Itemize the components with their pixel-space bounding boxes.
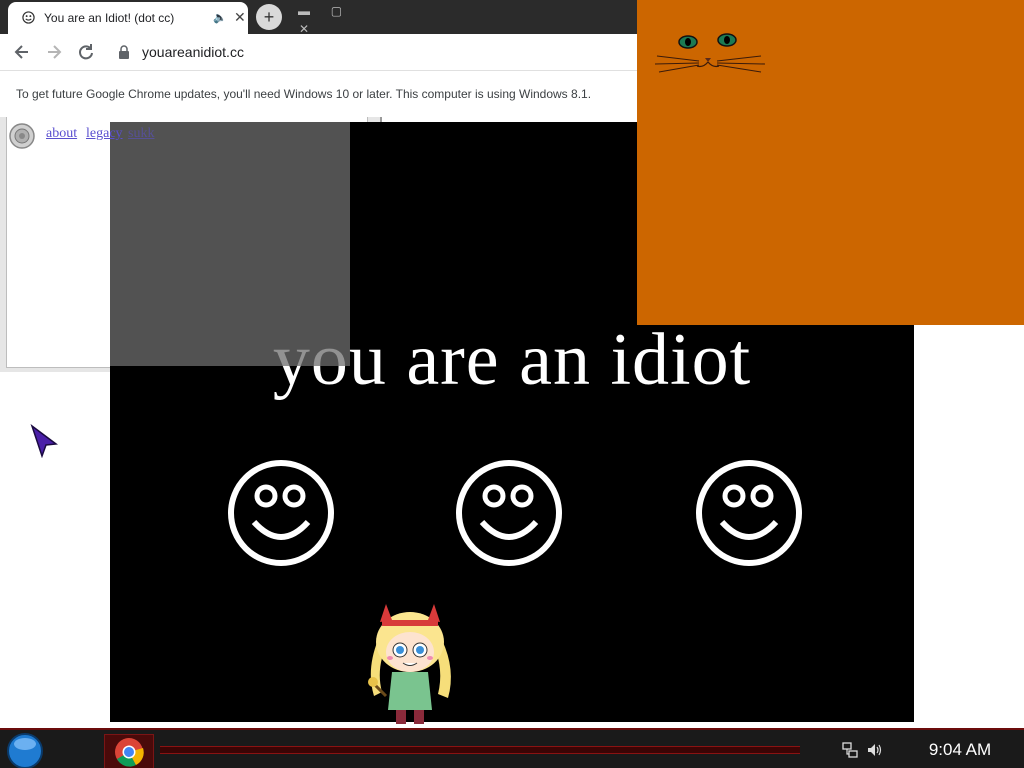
smiley-icon — [228, 460, 334, 566]
chrome-icon — [115, 738, 144, 767]
taskbar-clock[interactable]: 9:04 AM — [910, 740, 1010, 760]
back-arrow-icon[interactable] — [12, 42, 32, 62]
lock-icon — [119, 45, 129, 59]
tab-close-icon[interactable]: ✕ — [234, 9, 246, 26]
taskbar-track — [160, 746, 800, 754]
cat-window[interactable] — [637, 0, 1024, 325]
start-orb-icon[interactable] — [6, 732, 44, 768]
url-text: youareanidiot.cc — [142, 44, 244, 60]
infobar-message: To get future Google Chrome updates, you… — [16, 87, 592, 101]
about-link[interactable]: about — [46, 126, 77, 142]
ghost-window-controls: ▬ ▢ ✕ — [290, 2, 380, 36]
smiley-favicon-icon — [22, 11, 35, 24]
address-bar[interactable]: youareanidiot.cc — [112, 39, 632, 65]
taskbar: 9:04 AM — [0, 728, 1024, 768]
character-sprite-icon — [368, 604, 451, 724]
cat-face-icon — [654, 33, 766, 73]
forward-arrow-icon[interactable] — [44, 42, 64, 62]
tab-audio-icon[interactable]: 🔈 — [213, 11, 227, 24]
taskbar-chrome-button[interactable] — [104, 734, 154, 768]
speaker-icon[interactable] — [8, 122, 40, 152]
browser-toolbar: youareanidiot.cc — [0, 34, 640, 70]
smiley-icon — [456, 460, 562, 566]
desktop: You are an Idiot! (dot cc) 🔈 ✕ + ▬ ▢ ✕ y… — [0, 0, 1024, 768]
smiley-icon — [696, 460, 802, 566]
sukk-link[interactable]: sukk — [128, 126, 154, 142]
chrome-window: You are an Idiot! (dot cc) 🔈 ✕ + ▬ ▢ ✕ y… — [0, 0, 640, 117]
tab-title: You are an Idiot! (dot cc) — [44, 11, 175, 25]
maximize-icon: ▢ — [330, 4, 343, 18]
network-icon[interactable] — [842, 742, 858, 758]
volume-icon[interactable] — [866, 742, 882, 758]
new-tab-button[interactable]: + — [256, 4, 282, 30]
legacy-link[interactable]: legacy — [86, 126, 123, 142]
reload-icon[interactable] — [76, 42, 96, 62]
browser-tab[interactable]: You are an Idiot! (dot cc) 🔈 ✕ — [8, 2, 248, 34]
tab-bar: You are an Idiot! (dot cc) 🔈 ✕ + ▬ ▢ ✕ — [0, 0, 640, 36]
ghost-window-overlay — [110, 122, 350, 366]
mouse-cursor-icon — [30, 424, 58, 458]
update-infobar: To get future Google Chrome updates, you… — [0, 70, 640, 117]
minimize-icon: ▬ — [298, 4, 310, 18]
